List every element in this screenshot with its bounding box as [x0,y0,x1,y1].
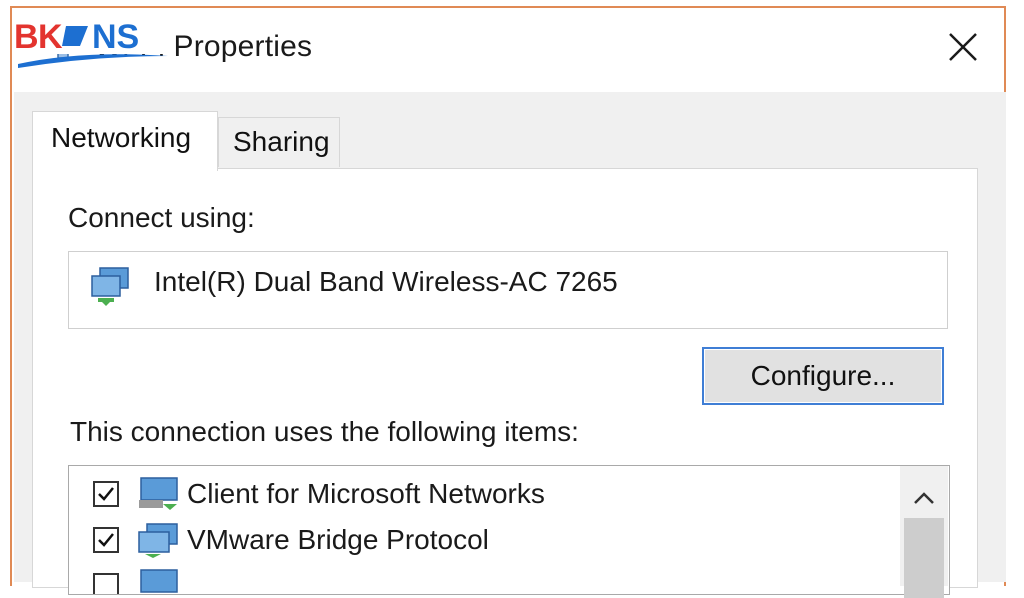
close-button[interactable] [938,24,988,70]
svg-text:B: B [14,18,39,56]
checkmark-icon [98,533,114,547]
checkmark-icon [98,487,114,501]
adapter-name: Intel(R) Dual Band Wireless-AC 7265 [154,266,618,297]
list-item[interactable]: VMware Bridge Protocol [69,518,899,562]
item-label: VMware Bridge Protocol [187,524,489,555]
item-checkbox[interactable] [93,527,119,553]
tab-networking[interactable]: Networking [32,111,218,171]
close-icon [949,33,977,61]
chevron-up-icon [914,492,934,504]
scroll-thumb[interactable] [904,518,944,598]
configure-button[interactable]: Configure... [702,347,944,405]
svg-text:NS: NS [92,18,139,56]
item-checkbox[interactable] [93,573,119,594]
item-label: Client for Microsoft Networks [187,478,545,509]
tab-sharing[interactable]: Sharing [218,117,340,167]
items-scrollbar[interactable] [900,466,948,598]
tab-sharing-label: Sharing [233,126,330,157]
list-item[interactable] [69,564,899,594]
item-checkbox[interactable] [93,481,119,507]
scroll-up-button[interactable] [900,480,948,516]
bkns-logo: B K NS [12,14,172,70]
tab-networking-label: Networking [51,122,192,153]
list-item[interactable]: Client for Microsoft Networks [69,472,899,516]
bkns-logo-graphic: B K NS [12,14,172,68]
connect-using-label: Connect using: [68,202,255,233]
svg-text:K: K [38,18,63,56]
network-adapter-icon [91,267,129,306]
connection-items-label: This connection uses the following items… [70,416,579,447]
network-protocol-icon [138,523,178,558]
network-service-icon [140,569,178,593]
network-client-icon [139,477,178,510]
